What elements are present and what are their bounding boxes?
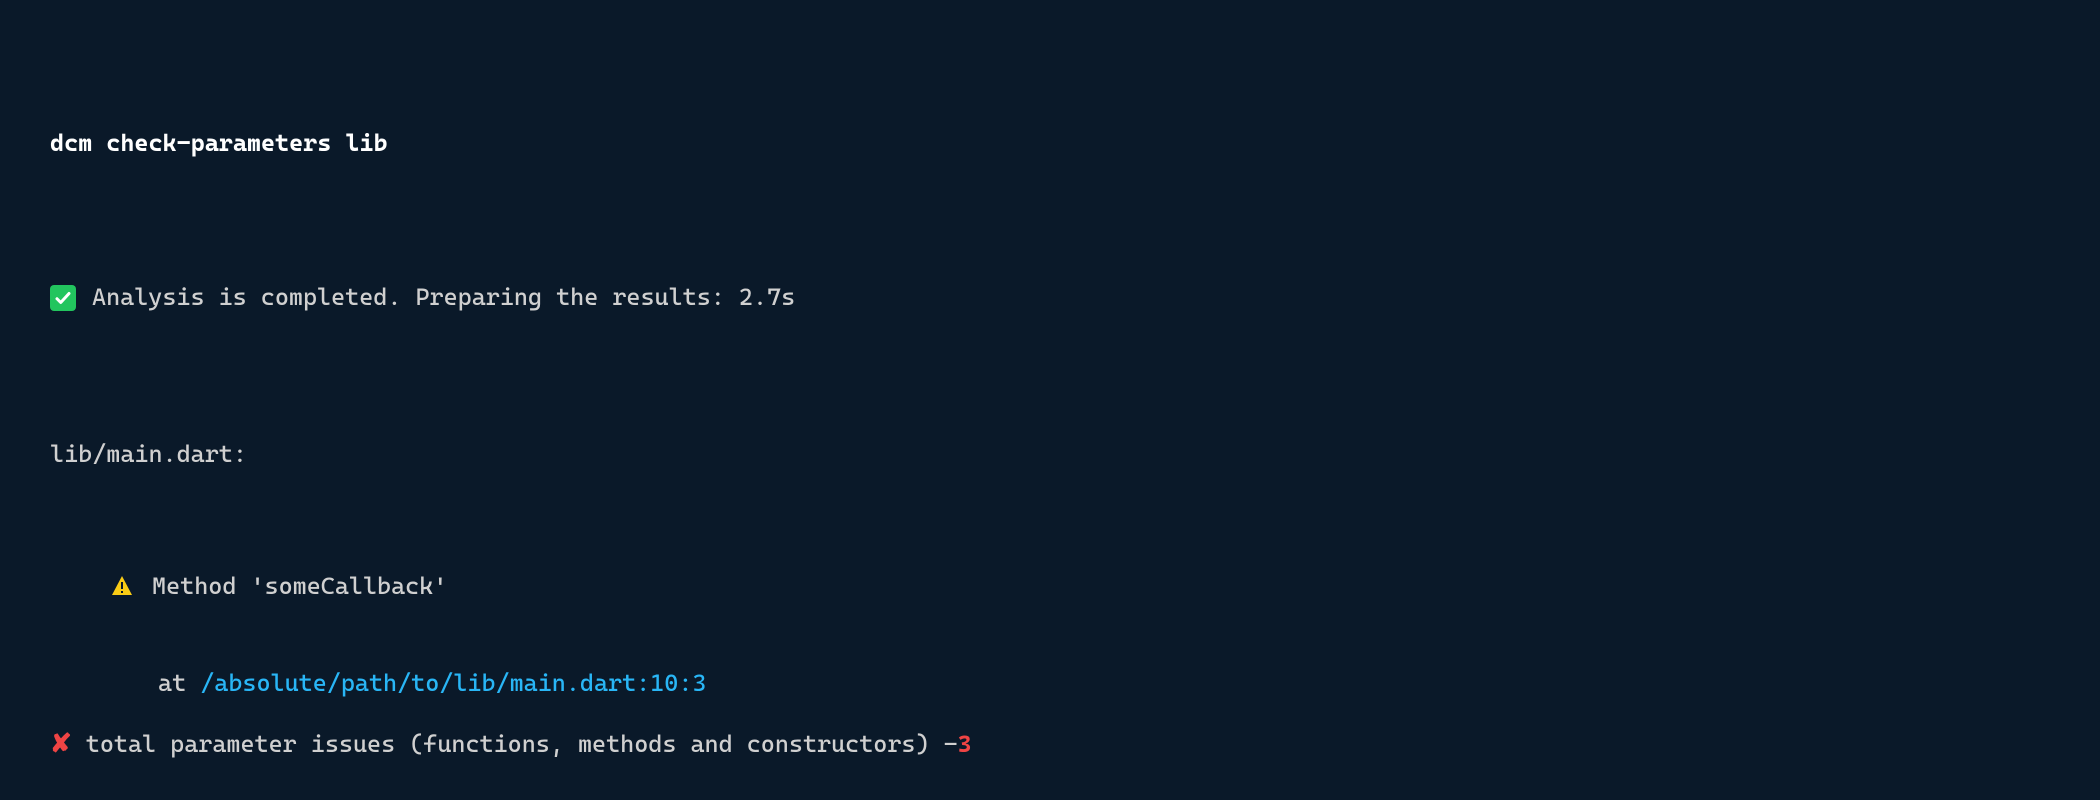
summary-count: 3 xyxy=(958,728,972,760)
file-path-link[interactable]: /absolute/path/to/lib/main.dart:10:3 xyxy=(200,669,706,697)
terminal-output: dcm check-parameters lib Analysis is com… xyxy=(0,0,2100,800)
command-line: dcm check-parameters lib xyxy=(50,127,2050,159)
warning-block: Method 'someCallback' xyxy=(50,570,2050,602)
at-label: at xyxy=(158,669,200,697)
summary-line: ✘ total parameter issues (functions, met… xyxy=(50,727,972,762)
method-label: Method 'someCallback' xyxy=(152,570,447,602)
check-icon xyxy=(50,285,76,311)
warning-icon xyxy=(110,574,134,598)
status-text: Analysis is completed. Preparing the res… xyxy=(92,281,795,313)
cross-icon: ✘ xyxy=(50,727,72,762)
method-location: at /absolute/path/to/lib/main.dart:10:3 xyxy=(50,667,2050,699)
status-line: Analysis is completed. Preparing the res… xyxy=(50,281,2050,313)
summary-text: total parameter issues (functions, metho… xyxy=(86,728,958,760)
file-header: lib/main.dart: xyxy=(50,438,2050,470)
